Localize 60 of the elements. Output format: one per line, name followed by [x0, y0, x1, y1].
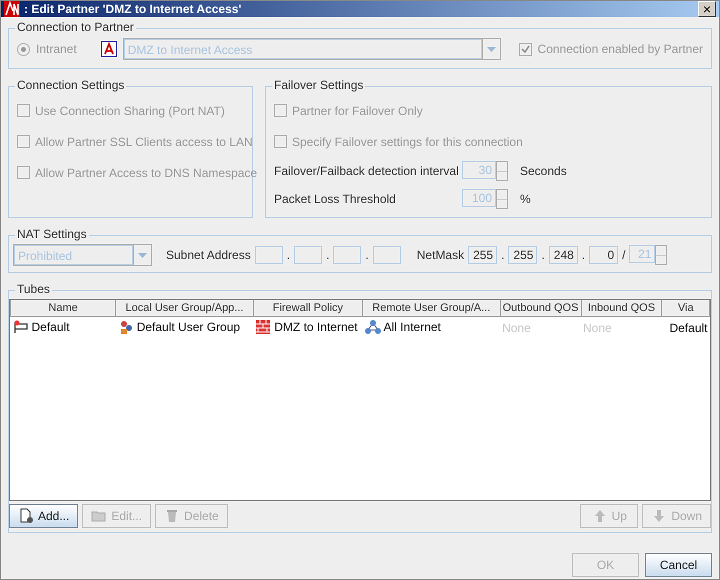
checkbox-label: Specify Failover settings for this connection: [292, 134, 523, 148]
octet-field[interactable]: 255: [508, 246, 538, 264]
field-label: Subnet Address: [166, 248, 251, 262]
table-cell: All Internet: [364, 318, 441, 334]
group-title: Connection Settings: [15, 78, 126, 92]
partner-icon: [100, 41, 117, 57]
column-header[interactable]: Local User Group/App...: [116, 300, 254, 316]
table-cell: Default: [669, 321, 708, 335]
dot-separator: .: [286, 248, 290, 262]
column-header[interactable]: Via: [662, 300, 710, 316]
octet-field[interactable]: [372, 246, 401, 264]
field-label: Packet Loss Threshold: [274, 192, 397, 206]
table-cell: DMZ to Internet: [255, 318, 358, 334]
checkbox-label: Connection enabled by Partner: [538, 42, 703, 56]
brick-wall-icon: [255, 318, 272, 334]
dot-separator: .: [582, 248, 586, 262]
column-header[interactable]: Firewall Policy: [253, 300, 363, 316]
dropdown-arrow-icon: [138, 252, 147, 258]
dot-separator: .: [501, 248, 504, 262]
dot-separator: .: [541, 248, 545, 262]
dropdown-arrow-icon: [486, 46, 496, 52]
dot-separator: .: [365, 248, 369, 262]
checkbox-label: Allow Partner SSL Clients access to LAN: [35, 134, 253, 148]
table-cell: Default User Group: [118, 318, 240, 334]
toolbar-button[interactable]: Add...: [9, 504, 78, 528]
column-header[interactable]: Remote User Group/A...: [362, 300, 500, 316]
unit-label: %: [520, 192, 531, 206]
octet-field[interactable]: [254, 246, 283, 264]
column-header[interactable]: Outbound QOS: [500, 300, 581, 316]
column-header[interactable]: Inbound QOS: [581, 300, 662, 316]
checkbox-label: Use Connection Sharing (Port NAT): [35, 104, 225, 118]
close-button[interactable]: ×: [698, 1, 716, 17]
octet-field[interactable]: 255: [468, 246, 498, 264]
octet-field[interactable]: 248: [548, 246, 578, 264]
checkbox-label: Allow Partner Access to DNS Namespace: [35, 166, 258, 180]
network-icon: [364, 318, 381, 334]
slash-separator: /: [622, 248, 626, 262]
flag-icon: [12, 318, 28, 334]
unit-label: Seconds: [520, 164, 567, 178]
checkbox-label: Partner for Failover Only: [292, 104, 423, 118]
octet-field[interactable]: 0: [589, 246, 618, 264]
new-document-icon: [18, 508, 34, 524]
spinner-arrows[interactable]: [496, 189, 508, 209]
group-title: NAT Settings: [15, 227, 89, 241]
dialog-button[interactable]: Cancel: [645, 553, 712, 577]
group-title: Failover Settings: [272, 78, 366, 92]
table-cell: Default: [12, 318, 70, 334]
radio-label: Intranet: [36, 42, 77, 56]
column-header[interactable]: Name: [10, 300, 116, 316]
spinner-arrows[interactable]: [496, 161, 508, 181]
app-logo-icon: [4, 1, 20, 17]
dot-separator: .: [326, 248, 330, 262]
group-title: Connection to Partner: [15, 20, 136, 34]
spinner-arrows[interactable]: [655, 245, 668, 265]
field-label: NetMask: [416, 248, 464, 262]
group-title: Tubes: [15, 282, 52, 296]
window-title: : Edit Partner 'DMZ to Internet Access': [24, 2, 242, 16]
octet-field[interactable]: [333, 246, 362, 264]
octet-field[interactable]: [294, 246, 322, 264]
checkmark-icon: [520, 44, 530, 54]
